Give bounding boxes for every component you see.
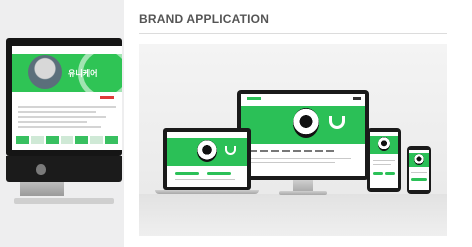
desktop-base: [279, 191, 327, 195]
title-divider: [139, 33, 447, 34]
apple-logo-icon: [36, 164, 46, 175]
imac-display: 유니케어: [12, 46, 122, 150]
responsive-mockup-image: [139, 44, 447, 236]
tablet-screen: [370, 132, 398, 188]
laptop-portrait: [197, 140, 217, 162]
laptop-screen: [167, 132, 247, 187]
phone-screen: [409, 150, 429, 190]
imac-text-block: [18, 106, 116, 131]
imac-hero-banner: 유니케어: [12, 46, 122, 100]
section-title: BRAND APPLICATION: [139, 12, 270, 26]
imac-stand: [20, 182, 64, 196]
desktop-screen: [241, 94, 365, 176]
laptop-base: [155, 190, 259, 194]
imac-thumbnail-row: [16, 136, 119, 144]
imac-red-button: [100, 96, 114, 99]
floor-shadow: [139, 194, 447, 236]
imac-chin: [6, 156, 122, 182]
swoosh-graphic: [78, 46, 122, 100]
desktop-portrait: [293, 108, 319, 138]
keyboard: [14, 198, 114, 204]
left-imac-mockup: 유니케어: [0, 0, 124, 247]
doctor-portrait: [28, 55, 62, 89]
